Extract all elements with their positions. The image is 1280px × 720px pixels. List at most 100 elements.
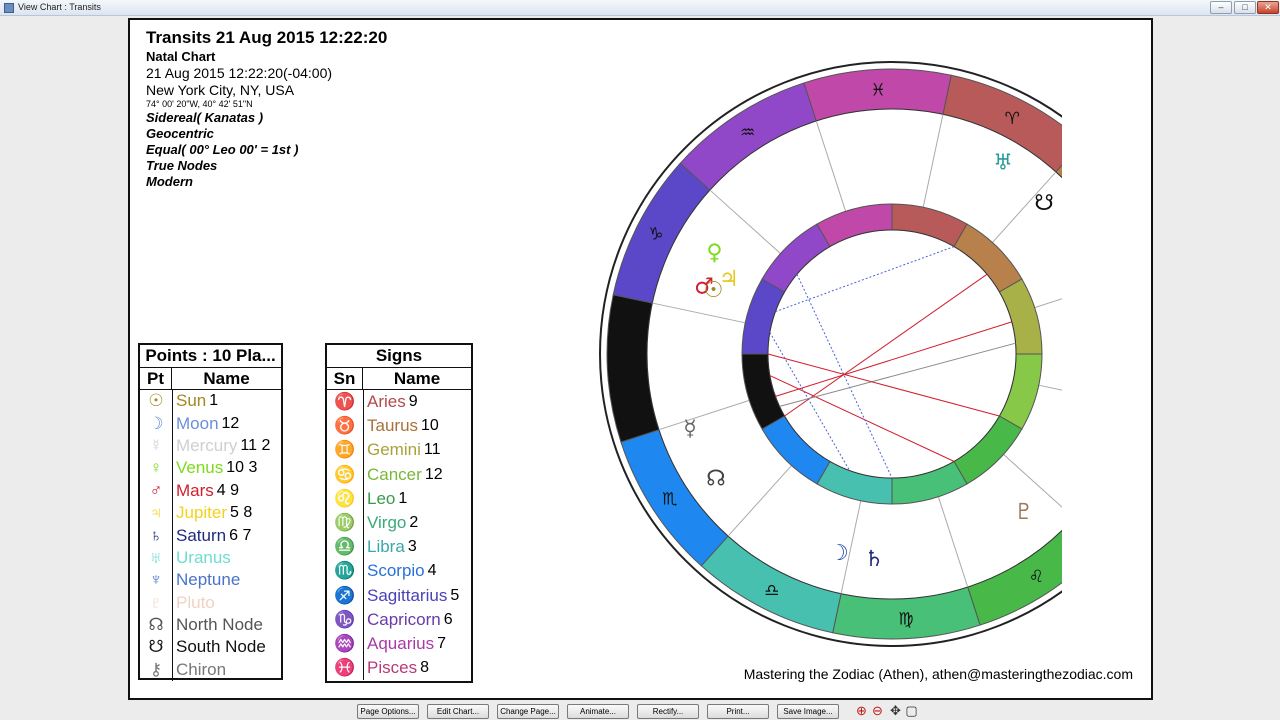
points-name: Mercury — [176, 435, 238, 455]
signs-symbol-icon: ♎ — [334, 537, 356, 557]
signs-numbers: 3 — [407, 538, 417, 556]
setting-houses: Equal( 00° Leo 00' = 1st ) — [146, 142, 299, 157]
signs-row: ♏ Scorpio 4 — [327, 559, 471, 583]
points-row: ☋ South Node — [140, 636, 281, 658]
pan-icon[interactable]: ✥ — [888, 704, 903, 719]
points-name: Jupiter — [176, 503, 228, 523]
points-name: Sun — [176, 391, 207, 411]
points-numbers: 12 — [221, 414, 240, 432]
transit-planet-glyph: ☽ — [829, 541, 849, 566]
page-options-button[interactable]: Page Options... — [357, 704, 419, 719]
points-numbers: 10 3 — [226, 459, 258, 477]
points-symbol-icon: ♀ — [149, 458, 163, 478]
signs-table-body: ♈ Aries 9 ♉ Taurus 10 ♊ Gemini 11 ♋ Cancer 12 ♌ Leo 1 ♍… — [327, 390, 471, 681]
signs-numbers: 2 — [409, 514, 419, 532]
close-button[interactable]: ✕ — [1257, 1, 1279, 14]
points-symbol-icon: ☿ — [149, 435, 163, 455]
points-symbol-icon: ♅ — [149, 547, 163, 567]
fit-icon[interactable]: ▢ — [904, 704, 919, 719]
signs-symbol-icon: ♊ — [334, 440, 356, 460]
points-symbol-icon: ♄ — [149, 525, 163, 545]
zoom-in-icon[interactable]: ⊕ — [854, 704, 869, 719]
signs-row: ♓ Pisces 8 — [327, 656, 471, 680]
signs-numbers: 9 — [408, 393, 418, 411]
credit-line: Mastering the Zodiac (Athen), athen@mast… — [743, 666, 1133, 682]
signs-row: ♎ Libra 3 — [327, 535, 471, 559]
signs-row: ♑ Capricorn 6 — [327, 608, 471, 632]
signs-col-name: Name — [393, 369, 441, 388]
points-table: Points : 10 Pla... Pt Name ☉ Sun 1 ☽ Moon 12 ☿… — [138, 343, 283, 682]
signs-numbers: 1 — [398, 489, 408, 507]
points-symbol-icon: ♆ — [149, 570, 163, 590]
print-button[interactable]: Print... — [707, 704, 769, 719]
save-image-button[interactable]: Save Image... — [777, 704, 839, 719]
signs-table-caption: Signs — [327, 345, 471, 368]
animate-button[interactable]: Animate... — [567, 704, 629, 719]
signs-symbol-icon: ♏ — [334, 561, 356, 581]
signs-symbol-icon: ♍ — [334, 513, 356, 533]
edit-chart-button[interactable]: Edit Chart... — [427, 704, 489, 719]
signs-numbers: 8 — [420, 659, 429, 677]
signs-row: ♒ Aquarius 7 — [327, 632, 471, 656]
points-row: ♃ Jupiter 5 8 — [140, 502, 281, 524]
zodiac-sign-glyph: ♏ — [662, 489, 677, 509]
signs-row: ♌ Leo 1 — [327, 487, 471, 511]
rectify-button[interactable]: Rectify... — [637, 704, 699, 719]
signs-name: Pisces — [367, 658, 418, 678]
points-table-body: ☉ Sun 1 ☽ Moon 12 ☿ Mercury 11 2 ♀ Venus 10 3 ♂ Mars 4… — [140, 390, 281, 682]
zodiac-sign-glyph: ♎ — [764, 581, 779, 601]
signs-row: ♐ Sagittarius 5 — [327, 584, 471, 608]
signs-numbers: 7 — [437, 634, 447, 652]
points-symbol-icon: ⚷ — [149, 659, 163, 679]
transit-planet-glyph: ☋ — [1034, 191, 1054, 216]
signs-name: Sagittarius — [367, 585, 448, 605]
points-symbol-icon: ♂ — [149, 480, 163, 500]
change-page-button[interactable]: Change Page... — [497, 704, 559, 719]
signs-name: Gemini — [367, 440, 421, 460]
points-row: ♆ Neptune — [140, 569, 281, 591]
maximize-button[interactable]: □ — [1234, 1, 1256, 14]
zodiac-sign-glyph: ♒ — [740, 123, 755, 143]
zodiac-sign-glyph: ♓ — [871, 80, 886, 100]
points-column-divider — [172, 390, 173, 682]
chart-wheel[interactable]: ♈♉♊♋♌♍♎♏♐♑♒♓♂♀☉♃☿☊☽♄♇♆⚷☋♅ — [482, 20, 1062, 660]
points-name: Venus — [176, 458, 224, 478]
chart-coords: 74° 00' 20"W, 40° 42' 51"N — [146, 99, 253, 109]
points-name: Pluto — [176, 592, 215, 612]
points-symbol-icon: ☋ — [148, 637, 164, 657]
signs-row: ♉ Taurus 10 — [327, 414, 471, 438]
points-symbol-icon: ☽ — [148, 413, 164, 433]
signs-numbers: 4 — [427, 562, 437, 580]
chart-datetime: 21 Aug 2015 12:22:20(-04:00) — [146, 65, 333, 81]
signs-symbol-icon: ♋ — [334, 464, 356, 484]
zoom-out-icon[interactable]: ⊖ — [870, 704, 885, 719]
points-row: ⚷ Chiron — [140, 659, 281, 681]
signs-numbers: 5 — [450, 586, 460, 604]
setting-perspective: Geocentric — [146, 126, 214, 141]
signs-symbol-icon: ♒ — [334, 633, 356, 653]
points-symbol-icon: ♃ — [149, 503, 163, 523]
transit-planet-glyph: ♇ — [1014, 500, 1034, 525]
setting-nodes: True Nodes — [146, 158, 218, 173]
minimize-button[interactable]: – — [1210, 1, 1232, 14]
points-row: ☽ Moon 12 — [140, 412, 281, 434]
signs-name: Cancer — [367, 464, 422, 484]
points-col-name: Name — [203, 369, 250, 388]
points-symbol-icon: ☊ — [148, 615, 164, 635]
points-numbers: 11 2 — [240, 436, 271, 454]
zodiac-sign-glyph: ♈ — [1005, 109, 1020, 129]
chart-header: Transits 21 Aug 2015 12:22:20 Natal Char… — [146, 28, 387, 189]
points-name: Saturn — [176, 525, 227, 545]
signs-name: Aquarius — [367, 633, 435, 653]
signs-row: ♍ Virgo 2 — [327, 511, 471, 535]
points-row: ♇ Pluto — [140, 592, 281, 614]
signs-numbers: 12 — [424, 465, 443, 483]
signs-symbol-icon: ♐ — [334, 585, 356, 605]
signs-name: Libra — [367, 537, 405, 557]
points-name: Moon — [176, 413, 219, 433]
signs-table: Signs Sn Name ♈ Aries 9 ♉ Taurus 10 ♊ Gemini 11 ♋… — [325, 343, 473, 683]
transit-planet-glyph: ☊ — [706, 466, 726, 491]
bottom-toolbar: Page Options... Edit Chart... Change Pag… — [0, 702, 1280, 720]
aspect-circle — [767, 229, 1017, 479]
signs-name: Taurus — [367, 416, 419, 436]
